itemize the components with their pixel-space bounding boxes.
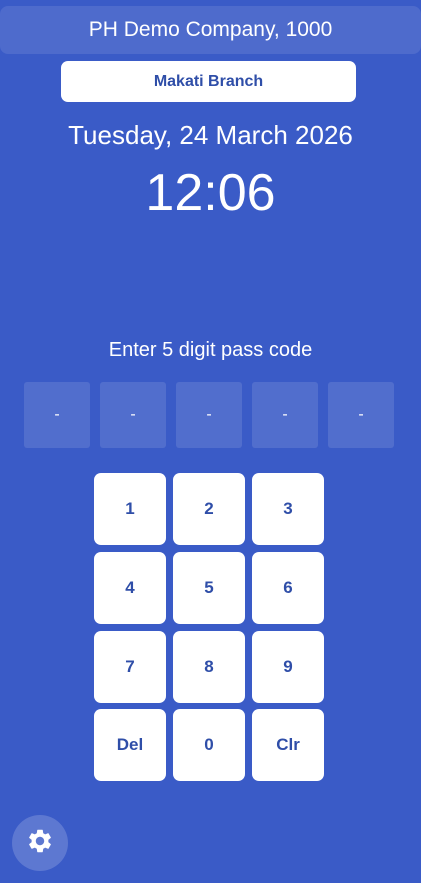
key-9[interactable]: 9 [252, 631, 324, 703]
key-4[interactable]: 4 [94, 552, 166, 624]
number-keypad: 1 2 3 4 5 6 7 8 9 Del 0 Clr [94, 473, 324, 781]
key-0[interactable]: 0 [173, 709, 245, 781]
gear-icon [26, 827, 54, 860]
key-6[interactable]: 6 [252, 552, 324, 624]
key-2[interactable]: 2 [173, 473, 245, 545]
clear-button[interactable]: Clr [252, 709, 324, 781]
passcode-prompt: Enter 5 digit pass code [108, 339, 313, 361]
current-time: 12:06 [145, 164, 276, 222]
key-7[interactable]: 7 [94, 631, 166, 703]
branch-button-label: Makati Branch [153, 72, 264, 90]
delete-button[interactable]: Del [94, 709, 166, 781]
key-3[interactable]: 3 [252, 473, 324, 545]
current-date: Tuesday, 24 March 2026 [68, 120, 353, 150]
passcode-digit-1: - [24, 382, 90, 448]
key-1[interactable]: 1 [94, 473, 166, 545]
settings-button[interactable] [12, 815, 68, 871]
passcode-digit-2: - [100, 382, 166, 448]
passcode-display: - - - - - [24, 382, 394, 448]
company-name: PH Demo Company, 1000 [88, 18, 333, 41]
passcode-digit-5: - [328, 382, 394, 448]
passcode-digit-3: - [176, 382, 242, 448]
branch-button[interactable]: Makati Branch [61, 61, 356, 102]
key-5[interactable]: 5 [173, 552, 245, 624]
company-header: PH Demo Company, 1000 [0, 6, 421, 54]
key-8[interactable]: 8 [173, 631, 245, 703]
passcode-digit-4: - [252, 382, 318, 448]
